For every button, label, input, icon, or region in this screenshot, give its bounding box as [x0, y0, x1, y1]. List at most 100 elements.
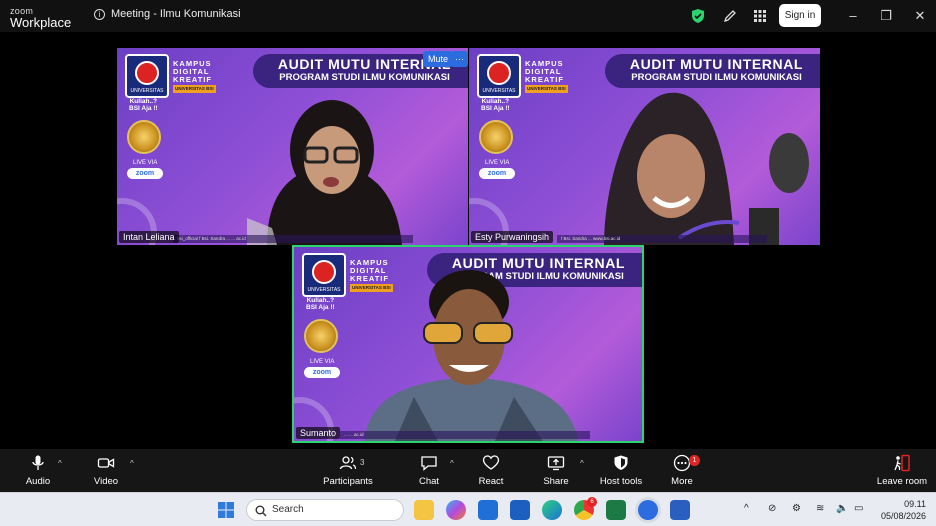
video-tile-sumanto[interactable]: AUDIT MUTU INTERNAL PROGRAM STUDI ILMU K… — [292, 245, 644, 443]
edge-icon[interactable] — [542, 500, 562, 520]
audio-options-chevron-icon[interactable]: ^ — [58, 459, 62, 468]
participant-name: Esty Purwaningsih — [471, 231, 554, 243]
search-icon — [255, 505, 267, 517]
host-tools-label: Host tools — [599, 476, 643, 487]
brand-bottom: Workplace — [10, 15, 72, 30]
mute-participant-button[interactable]: Mute — [423, 51, 454, 67]
university-logo: UNIVERSITAS — [477, 54, 521, 98]
chat-label: Chat — [418, 476, 440, 487]
participant-name: Intan Leliana — [119, 231, 179, 243]
sign-in-button[interactable]: Sign in — [779, 4, 821, 27]
banner-footer: f Bsi. Sandra ... www.bsi.ac.id — [557, 235, 767, 243]
search-placeholder: Search — [272, 504, 304, 515]
share-options-chevron-icon[interactable]: ^ — [580, 459, 584, 468]
clock-time: 09.11 — [904, 499, 926, 509]
banner-footer: bsi_official f Bsi. Sandra ... ... ac.id — [173, 235, 413, 243]
meeting-title: Meeting - Ilmu Komunikasi — [111, 8, 241, 20]
file-explorer-icon[interactable] — [414, 500, 434, 520]
kuliah-text: Kuliah..? BSI Aja !! — [481, 98, 510, 112]
close-icon[interactable]: ✕ — [913, 8, 927, 24]
leave-room-button[interactable]: Leave room — [874, 454, 930, 487]
chat-options-chevron-icon[interactable]: ^ — [450, 459, 454, 468]
video-tile-intan[interactable]: AUDIT MUTU INTERNAL PROGRAM STUDI ILMU K… — [117, 48, 468, 245]
live-via-label: LIVE VIA — [485, 160, 510, 166]
battery-icon[interactable]: ▭ — [854, 503, 863, 514]
settings-gear-icon[interactable]: ⚙ — [792, 503, 801, 514]
university-logo: UNIVERSITAS — [302, 253, 346, 297]
react-label: React — [478, 476, 504, 487]
excel-icon[interactable] — [606, 500, 626, 520]
grid-apps-icon[interactable] — [752, 8, 768, 24]
restore-icon[interactable]: ❐ — [879, 8, 893, 24]
leave-room-label: Leave room — [876, 476, 928, 487]
banner-subtitle: PROGRAM STUDI ILMU KOMUNIKASI — [279, 72, 450, 83]
kampus-digital-kreatif: KAMPUS DIGITAL KREATIF UNIVERSITAS BSI — [173, 59, 216, 93]
participant-more-button[interactable]: ··· — [451, 51, 468, 67]
video-options-chevron-icon[interactable]: ^ — [130, 459, 134, 468]
audio-button[interactable]: Audio — [24, 454, 52, 487]
chat-icon — [421, 456, 437, 471]
more-dots-icon — [673, 454, 691, 472]
video-label: Video — [93, 476, 119, 487]
shield-check-icon[interactable] — [690, 8, 706, 24]
meeting-toolbar: Audio ^ Video ^ Participants 3 Chat ^ Re… — [0, 449, 936, 492]
microphone-icon — [32, 455, 44, 470]
leave-icon — [894, 454, 910, 472]
meeting-info[interactable]: i Meeting - Ilmu Komunikasi — [94, 8, 241, 20]
banner-subtitle: PROGRAM STUDI ILMU KOMUNIKASI — [631, 72, 802, 83]
heart-icon — [482, 455, 500, 470]
participant-video-esty — [604, 92, 809, 245]
zoom-app-icon[interactable] — [638, 500, 658, 520]
participants-icon — [339, 456, 357, 470]
accreditation-badge — [479, 120, 513, 154]
video-tile-esty[interactable]: AUDIT MUTU INTERNAL PROGRAM STUDI ILMU K… — [469, 48, 820, 245]
participant-name: Sumanto — [296, 427, 341, 439]
zoom-window: zoom Workplace i Meeting - Ilmu Komunika… — [0, 0, 936, 526]
windows-start-icon[interactable] — [216, 500, 236, 520]
kuliah-text: Kuliah..? BSI Aja !! — [306, 297, 335, 311]
store-icon[interactable] — [510, 500, 530, 520]
taskbar-clock[interactable]: 09.11 05/08/2026 — [876, 498, 926, 522]
share-screen-icon — [547, 456, 565, 471]
share-button[interactable]: Share — [542, 454, 570, 487]
participants-label: Participants — [323, 476, 373, 487]
copilot-icon[interactable] — [446, 500, 466, 520]
camera-off-icon[interactable]: ⊘ — [768, 503, 776, 514]
participants-count: 3 — [360, 458, 365, 467]
video-button[interactable]: Video — [92, 454, 120, 487]
mail-icon[interactable] — [478, 500, 498, 520]
accreditation-badge — [304, 319, 338, 353]
participants-button[interactable]: Participants — [322, 454, 374, 487]
event-banner: AUDIT MUTU INTERNAL PROGRAM STUDI ILMU K… — [605, 54, 820, 88]
wifi-icon[interactable]: ≋ — [816, 503, 824, 514]
camera-icon — [97, 458, 115, 468]
title-bar: zoom Workplace i Meeting - Ilmu Komunika… — [0, 0, 936, 32]
more-label: More — [671, 476, 693, 487]
volume-icon[interactable]: 🔈 — [836, 503, 848, 514]
chat-button[interactable]: Chat — [416, 454, 442, 487]
chrome-badge: 6 — [587, 497, 597, 507]
clock-date: 05/08/2026 — [880, 511, 926, 521]
word-icon[interactable] — [670, 500, 690, 520]
zoom-pill: zoom — [304, 367, 340, 378]
zoom-pill: zoom — [127, 168, 163, 179]
participant-video-intan — [247, 100, 402, 245]
pen-icon[interactable] — [722, 8, 738, 24]
live-via-label: LIVE VIA — [310, 359, 335, 365]
accreditation-badge — [127, 120, 161, 154]
university-logo: UNIVERSITAS — [125, 54, 169, 98]
host-tools-button[interactable]: Host tools — [598, 454, 644, 487]
more-notification-badge: 1 — [689, 455, 700, 466]
minimize-icon[interactable]: – — [846, 8, 860, 23]
shield-icon — [614, 455, 628, 470]
audio-label: Audio — [25, 476, 51, 487]
participant-video-sumanto — [364, 270, 579, 441]
tray-overflow-chevron-icon[interactable]: ^ — [744, 503, 749, 514]
taskbar-search-box[interactable]: Search — [246, 499, 404, 521]
zoom-pill: zoom — [479, 168, 515, 179]
share-label: Share — [543, 476, 569, 487]
kuliah-text: Kuliah..? BSI Aja !! — [129, 98, 158, 112]
info-icon[interactable]: i — [94, 8, 105, 20]
react-button[interactable]: React — [476, 454, 506, 487]
live-via-label: LIVE VIA — [133, 160, 158, 166]
